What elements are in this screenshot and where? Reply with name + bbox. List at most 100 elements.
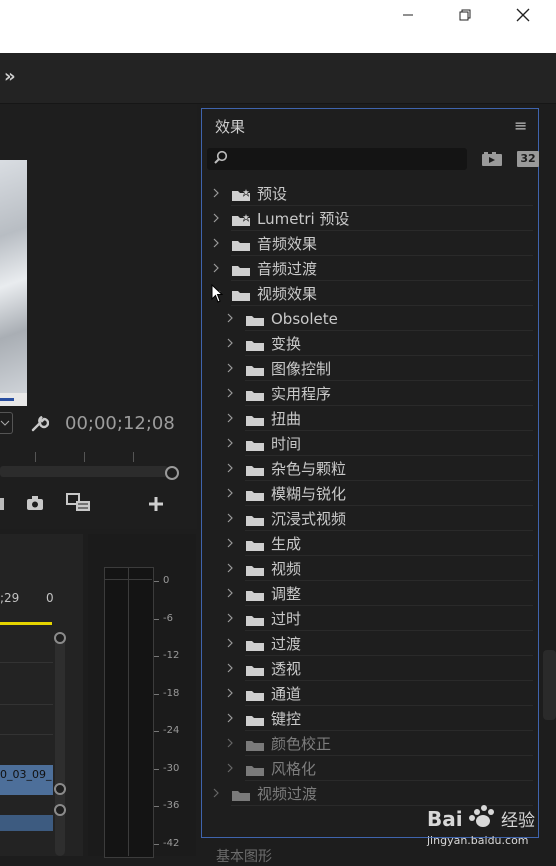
track-divider [0,662,53,663]
chevron-right-icon[interactable] [225,562,237,576]
close-button[interactable] [500,0,546,30]
folder-icon [245,412,265,426]
effects-tree-item[interactable]: 过时 [225,606,301,631]
effects-tree-item[interactable]: 视频效果 [211,281,317,306]
folder-icon [245,712,265,726]
effects-tree-item[interactable]: 预设 [211,181,287,206]
effects-tree-item[interactable]: 时间 [225,431,301,456]
effects-tree-item[interactable]: 调整 [225,581,301,606]
add-button-icon[interactable] [148,496,164,516]
button-edge[interactable] [0,498,4,510]
effects-tree-item[interactable]: 图像控制 [225,356,331,381]
effects-tree-item[interactable]: 键控 [225,706,301,731]
effects-tree-item[interactable]: Obsolete [225,306,338,331]
chevron-right-icon[interactable] [225,512,237,526]
chevron-right-icon[interactable] [225,312,237,326]
timeline-ruler-label: ;29 [0,591,20,605]
chevron-right-icon[interactable] [225,687,237,701]
zoom-handle[interactable] [165,466,179,480]
accelerated-effects-button[interactable] [480,148,504,170]
chevron-right-icon[interactable] [211,787,223,801]
chevron-right-icon[interactable] [225,437,237,451]
meter-scale-tick [154,806,159,807]
right-scrollbar[interactable] [543,650,556,720]
chevron-right-icon[interactable] [225,637,237,651]
effects-tree-item-label: 风格化 [271,760,317,778]
meter-scale-tick [154,768,159,770]
chevron-right-icon[interactable] [225,737,237,751]
timeline-scrollbar[interactable] [55,632,65,856]
chevron-right-icon[interactable] [211,212,223,226]
effects-tree-item[interactable]: 风格化 [225,756,316,781]
chevron-right-icon[interactable] [225,362,237,376]
chevron-right-icon[interactable] [225,337,237,351]
effects-tree-item[interactable]: 生成 [225,531,301,556]
effects-tree-item[interactable]: 沉浸式视频 [225,506,346,531]
scrollbar-handle[interactable] [54,783,66,795]
effects-tree-item[interactable]: 视频过渡 [211,781,317,806]
effects-tree-item[interactable]: 实用程序 [225,381,331,406]
effects-tree-item[interactable]: 音频效果 [211,231,317,256]
timeline-panel [0,534,83,856]
work-area-bar[interactable] [0,622,52,625]
effects-tree-item[interactable]: 杂色与颗粒 [225,456,346,481]
panel-menu-icon[interactable]: ≡ [514,116,527,135]
wrench-icon[interactable] [29,414,50,438]
audio-clip[interactable] [0,815,53,831]
effects-tree-item[interactable]: 扭曲 [225,406,301,431]
camera-icon[interactable] [26,495,44,515]
chevron-right-icon[interactable] [211,237,223,251]
workspace-bar [0,53,556,104]
chevron-right-icon[interactable] [211,187,223,201]
effects-tree-item[interactable]: 颜色校正 [225,731,331,756]
chevron-right-icon[interactable] [225,662,237,676]
chevron-right-icon[interactable] [225,712,237,726]
effects-tree-item[interactable]: 通道 [225,681,301,706]
folder-icon [245,537,265,551]
monitor-scrub-bar[interactable] [0,466,168,477]
minimize-button[interactable] [385,0,431,30]
chevron-right-icon[interactable] [225,487,237,501]
video-clip[interactable]: 0_03_09_ [0,765,53,795]
compare-view-icon[interactable] [66,493,92,517]
overflow-chevron-button[interactable]: » [4,66,16,87]
effects-tree-item[interactable]: 视频 [225,556,301,581]
next-panel-tab[interactable]: 基本图形 [216,846,272,866]
restore-button[interactable] [442,0,488,30]
effects-tree-item[interactable]: 模糊与锐化 [225,481,346,506]
effects-tree-item[interactable]: Lumetri 预设 [211,206,349,231]
scrollbar-handle[interactable] [54,632,66,644]
playhead-timecode[interactable]: 00;00;12;08 [65,413,175,434]
chevron-right-icon[interactable] [225,462,237,476]
folder-icon [245,612,265,626]
scrollbar-handle[interactable] [54,804,66,816]
track-divider [0,704,53,705]
minimize-icon [403,14,413,16]
meter-scale-label: -42 [163,837,180,849]
effects-tree-item[interactable]: 变换 [225,331,301,356]
effects-tree-item[interactable]: 音频过渡 [211,256,317,281]
chevron-right-icon[interactable] [211,262,223,276]
panel-title[interactable]: 效果 [215,116,245,137]
chevron-right-icon[interactable] [225,587,237,601]
track-divider [0,734,53,735]
folder-icon [245,312,265,326]
chevron-right-icon[interactable] [225,412,237,426]
chevron-right-icon[interactable] [225,387,237,401]
folder-icon [245,362,265,376]
folder-icon [245,512,265,526]
chevron-right-icon[interactable] [225,612,237,626]
chevron-right-icon[interactable] [225,537,237,551]
32bit-effects-button[interactable]: 32 [516,148,540,170]
meter-scale-tick [154,731,159,732]
effects-tree-item[interactable]: 透视 [225,656,301,681]
svg-text:经验: 经验 [501,811,535,831]
fit-dropdown[interactable] [0,412,13,434]
chevron-right-icon[interactable] [225,762,237,776]
effects-tree-item-label: 时间 [271,435,302,453]
effects-tree-item[interactable]: 过渡 [225,631,301,656]
scrub-tick [35,452,36,462]
video-preview [0,160,27,406]
star-folder-icon [231,186,251,201]
search-input[interactable] [207,148,467,170]
